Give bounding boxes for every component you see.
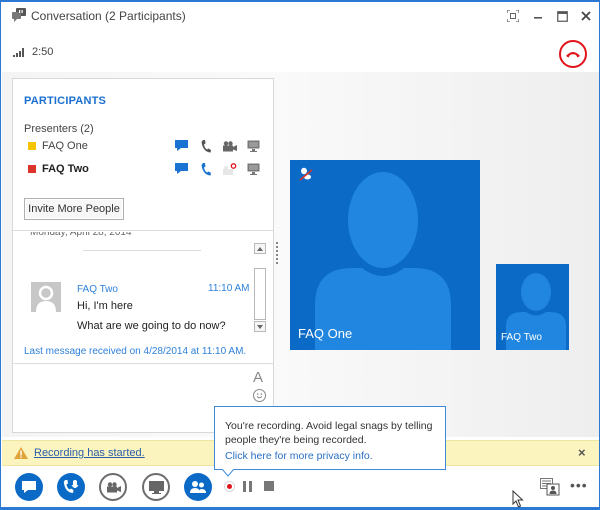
video-layout-button[interactable]: [540, 478, 560, 496]
message-text: Hi, I'm here: [77, 300, 133, 312]
title-bar: Conversation (2 Participants): [1, 2, 599, 32]
participant-color-marker: [28, 165, 36, 173]
pane-resize-gripper[interactable]: [276, 242, 279, 264]
maximize-button[interactable]: [552, 7, 572, 25]
tooltip-pointer: [222, 469, 234, 477]
participants-heading: PARTICIPANTS: [24, 95, 107, 107]
chat-scrollbar[interactable]: [254, 268, 266, 320]
video-tile-name: FAQ One: [298, 326, 353, 341]
video-camera-icon[interactable]: [222, 139, 237, 153]
close-icon: [581, 11, 591, 21]
message-time: 11:10 AM: [208, 283, 250, 294]
audio-button[interactable]: [57, 473, 85, 501]
participant-row[interactable]: FAQ One: [28, 138, 268, 154]
emoticon-icon[interactable]: [253, 389, 266, 402]
people-icon: [190, 481, 206, 493]
person-silhouette-icon: [315, 172, 451, 350]
full-screen-icon: [507, 10, 519, 22]
participant-video-tile[interactable]: FAQ One: [290, 160, 480, 350]
im-button[interactable]: [15, 473, 43, 501]
call-duration: 2:50: [32, 46, 54, 58]
last-message-status: Last message received on 4/28/2014 at 11…: [24, 346, 247, 357]
side-pane: PARTICIPANTS Presenters (2) FAQ One FAQ …: [12, 78, 274, 433]
message-text: What are we going to do now?: [77, 320, 226, 332]
phone-mic-icon: [63, 480, 79, 493]
video-button[interactable]: [99, 473, 127, 501]
conversation-toolbar: •••: [2, 468, 599, 508]
participant-name: FAQ Two: [42, 163, 89, 175]
mouse-cursor-icon: [512, 490, 524, 508]
present-button[interactable]: [142, 473, 170, 501]
desktop-share-icon[interactable]: [246, 162, 261, 176]
invite-more-people-button[interactable]: Invite More People: [24, 198, 124, 220]
participant-modalities: [174, 161, 261, 177]
pause-recording-button[interactable]: [243, 481, 253, 492]
message-sender[interactable]: FAQ Two: [77, 284, 118, 295]
participant-color-marker: [28, 142, 36, 150]
monitor-icon: [148, 480, 164, 494]
date-separator-line: [83, 250, 201, 251]
participant-row[interactable]: FAQ Two: [28, 161, 268, 177]
more-options-button[interactable]: •••: [570, 477, 588, 493]
minimize-icon: [534, 17, 542, 19]
participant-modalities: [174, 138, 261, 154]
hang-up-button[interactable]: [559, 40, 587, 68]
conversation-stage: PARTICIPANTS Presenters (2) FAQ One FAQ …: [2, 72, 599, 437]
sender-avatar: [31, 282, 61, 312]
hang-up-phone-icon: [566, 52, 580, 58]
chat-bubble-icon: [22, 480, 36, 493]
maximize-icon: [556, 10, 568, 22]
im-icon[interactable]: [174, 162, 189, 176]
video-tile-name: FAQ Two: [501, 332, 542, 343]
recording-started-link[interactable]: Recording has started.: [34, 447, 145, 459]
conversation-app-icon: [12, 8, 26, 22]
recording-indicator-button[interactable]: [224, 481, 235, 492]
arrow-down-icon: [257, 324, 263, 329]
privacy-info-link[interactable]: Click here for more privacy info.: [225, 449, 435, 463]
muted-microphone-icon[interactable]: [299, 167, 313, 181]
signal-strength-icon: [13, 47, 24, 57]
phone-active-icon[interactable]: [198, 162, 213, 176]
video-unavailable-icon[interactable]: [222, 162, 237, 176]
dismiss-notification-button[interactable]: ×: [578, 445, 586, 460]
stop-recording-button[interactable]: [264, 481, 274, 491]
chat-scroll-down-button[interactable]: [254, 321, 266, 332]
im-icon[interactable]: [174, 139, 189, 153]
tooltip-text-line: You're recording. Avoid legal snags by t…: [225, 420, 433, 432]
participants-panel: PARTICIPANTS Presenters (2) FAQ One FAQ …: [13, 79, 273, 231]
window-title: Conversation (2 Participants): [31, 9, 186, 23]
presenters-group-label: Presenters (2): [24, 123, 94, 135]
video-camera-icon: [106, 481, 121, 492]
record-icon: [227, 484, 232, 489]
chat-scroll-up-button[interactable]: [254, 243, 266, 254]
conversation-window: Conversation (2 Participants) 2:50 PARTI…: [0, 0, 600, 510]
font-button[interactable]: A: [253, 369, 263, 386]
phone-icon[interactable]: [198, 139, 213, 153]
people-button[interactable]: [184, 473, 212, 501]
chat-history: Monday, April 28, 2014 FAQ Two 11:10 AM …: [13, 232, 273, 364]
minimize-button[interactable]: [528, 7, 548, 25]
tooltip-text-line: people they're being recorded.: [225, 434, 367, 446]
self-video-tile[interactable]: FAQ Two: [496, 264, 569, 350]
recording-privacy-tooltip: You're recording. Avoid legal snags by t…: [214, 406, 446, 470]
full-screen-button[interactable]: [503, 7, 523, 25]
participant-name: FAQ One: [42, 140, 88, 152]
desktop-share-icon[interactable]: [246, 139, 261, 153]
call-status: 2:50: [13, 46, 53, 58]
date-separator: Monday, April 28, 2014: [30, 232, 132, 238]
close-window-button[interactable]: [576, 7, 596, 25]
warning-icon: [14, 447, 28, 459]
arrow-up-icon: [257, 246, 263, 251]
